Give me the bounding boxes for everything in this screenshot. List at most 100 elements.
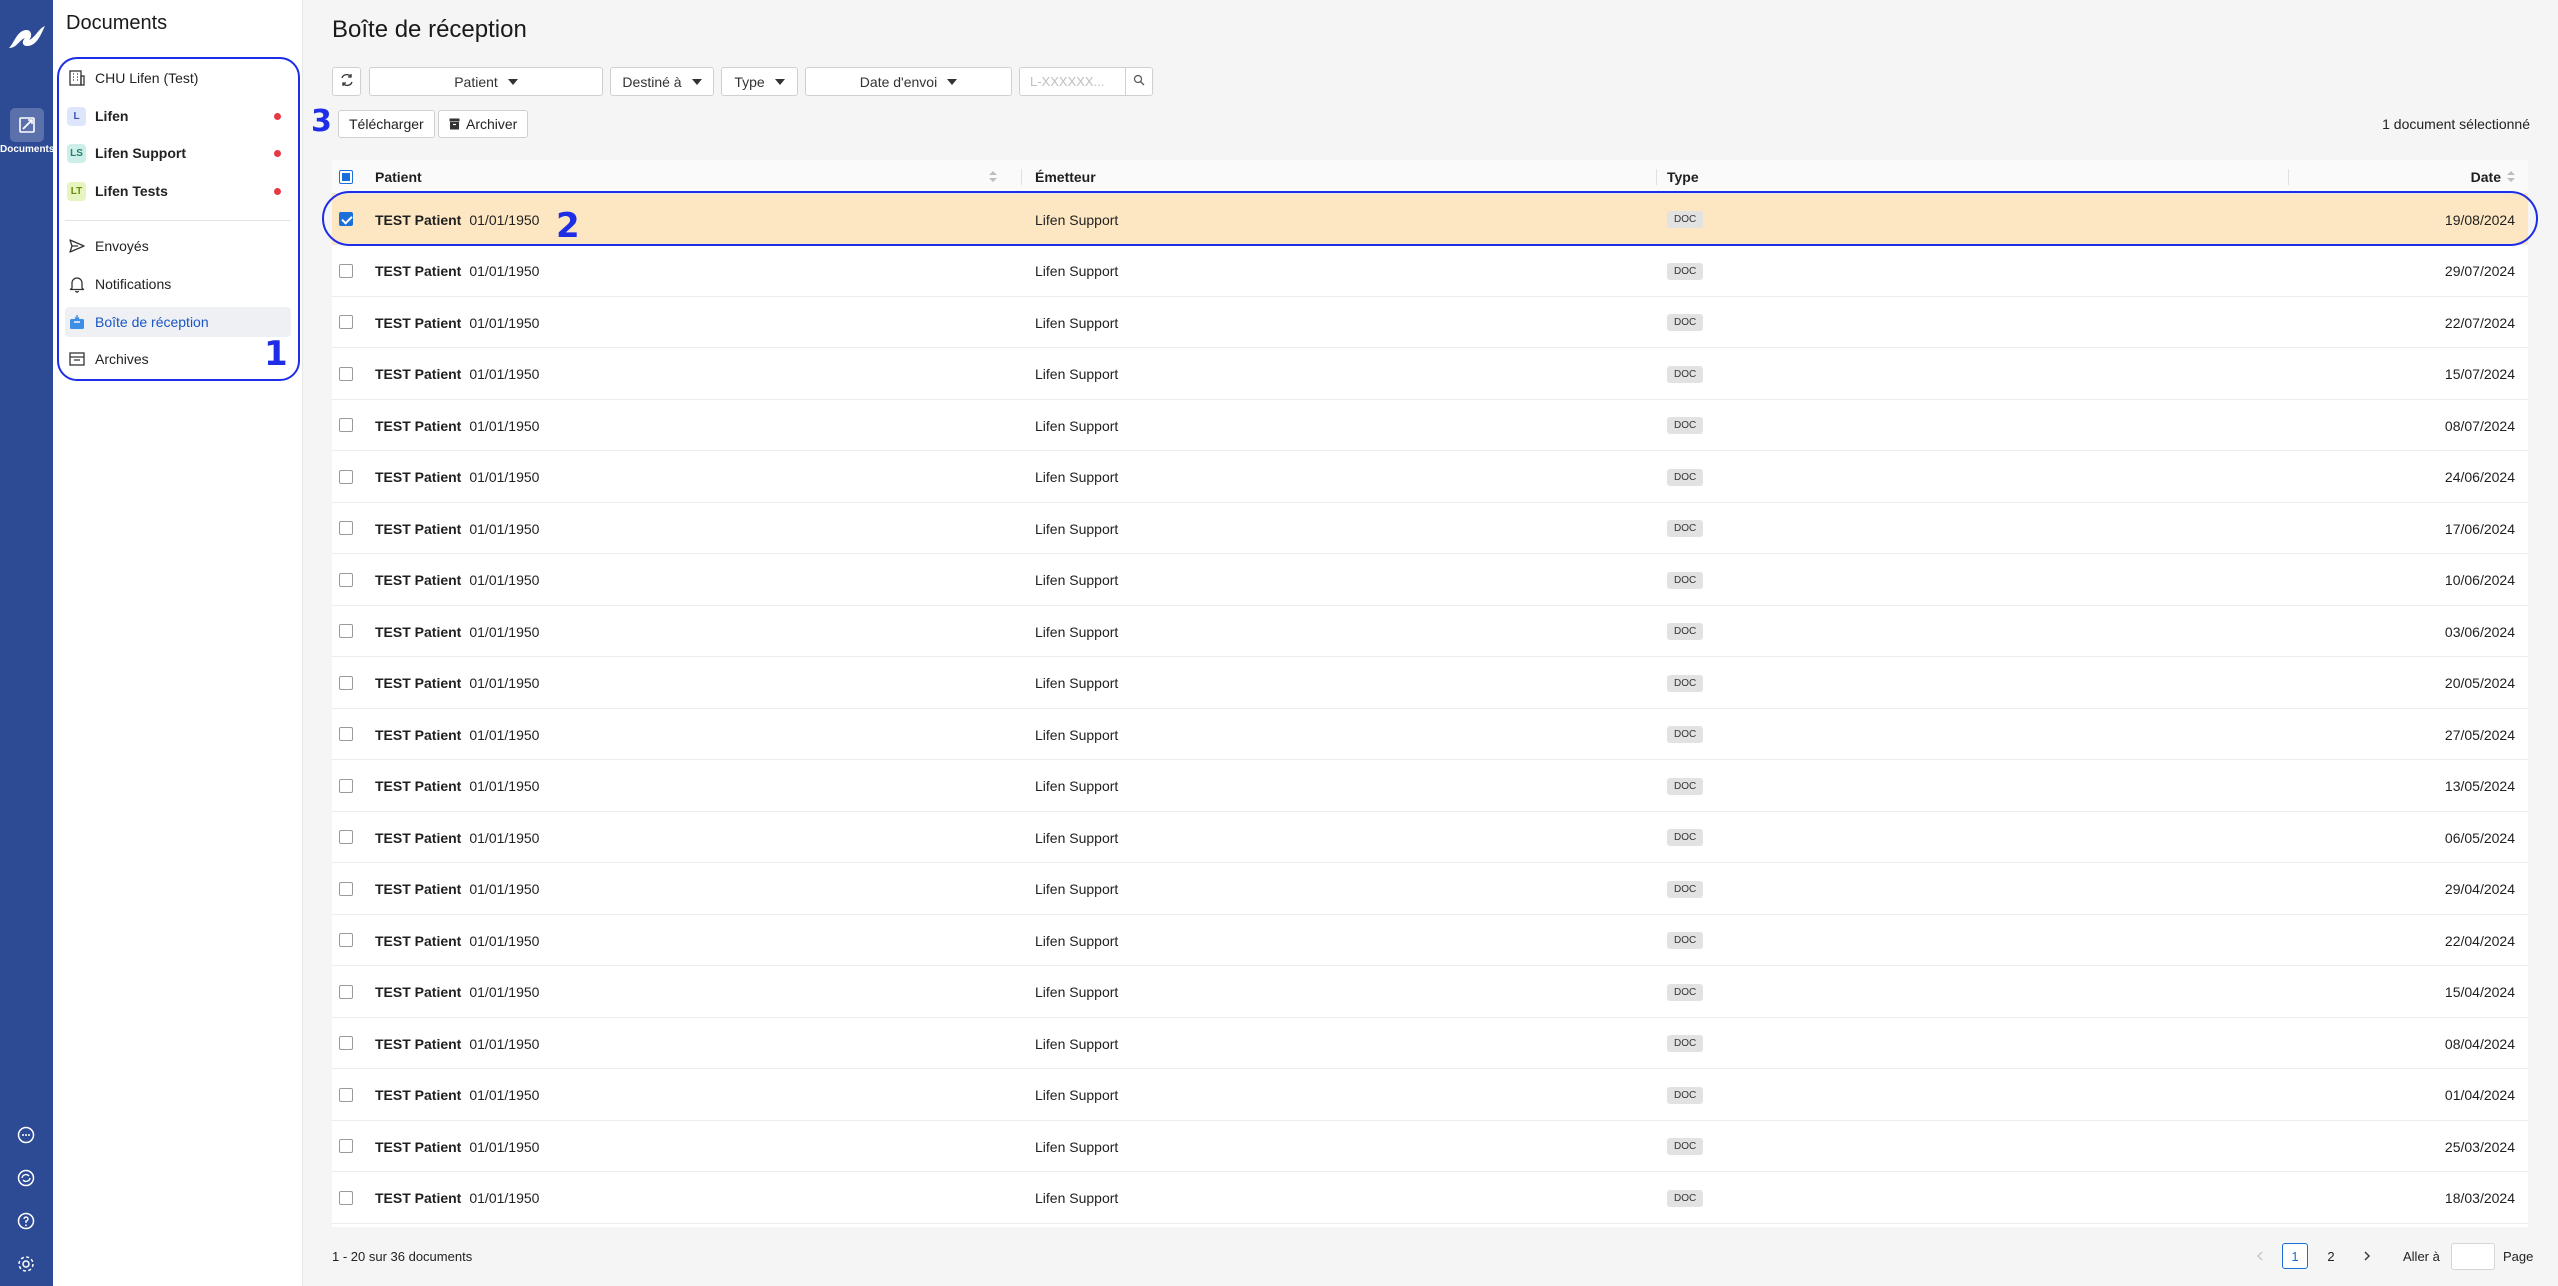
search-button[interactable] bbox=[1126, 67, 1153, 96]
table-row[interactable]: TEST Patient 01/01/1950 Lifen Support DOC 03… bbox=[332, 606, 2528, 657]
table-row[interactable]: TEST Patient 01/01/1950 Lifen Support DOC 01… bbox=[332, 1070, 2528, 1121]
previous-page-button[interactable] bbox=[2247, 1243, 2273, 1269]
sender-cell: Lifen Support bbox=[1035, 984, 1119, 1000]
table-row[interactable]: TEST Patient 01/01/1950 Lifen Support DOC 22… bbox=[332, 915, 2528, 966]
page-1-button[interactable]: 1 bbox=[2282, 1243, 2308, 1269]
column-header-label: Émetteur bbox=[1035, 169, 1096, 185]
page-2-button[interactable]: 2 bbox=[2318, 1243, 2344, 1269]
row-checkbox[interactable] bbox=[339, 881, 353, 896]
type-cell: DOC bbox=[1667, 503, 1704, 554]
select-all-checkbox[interactable] bbox=[339, 170, 353, 184]
row-checkbox[interactable] bbox=[339, 675, 353, 690]
patient-filter-dropdown[interactable]: Patient bbox=[369, 67, 603, 96]
table-row[interactable]: TEST Patient 01/01/1950 Lifen Support DOC 25… bbox=[332, 1121, 2528, 1172]
row-checkbox[interactable] bbox=[339, 1087, 353, 1102]
table-row[interactable]: TEST Patient 01/01/1950 Lifen Support DOC 08… bbox=[332, 400, 2528, 451]
row-checkbox[interactable] bbox=[339, 1036, 353, 1050]
row-checkbox[interactable] bbox=[339, 727, 353, 741]
table-row[interactable]: TEST Patient 01/01/1950 Lifen Support DOC 17… bbox=[332, 503, 2528, 554]
date-cell: 01/04/2024 bbox=[2444, 1087, 2515, 1103]
document-type-tag: DOC bbox=[1667, 983, 1704, 1001]
goto-page-input[interactable] bbox=[2451, 1243, 2495, 1270]
document-type-tag: DOC bbox=[1667, 829, 1704, 846]
row-checkbox[interactable] bbox=[339, 933, 353, 947]
row-checkbox[interactable] bbox=[339, 469, 353, 484]
row-checkbox[interactable] bbox=[339, 315, 353, 329]
sort-icon[interactable] bbox=[989, 171, 997, 183]
next-page-button[interactable] bbox=[2354, 1243, 2380, 1269]
column-header-patient[interactable]: Patient bbox=[375, 160, 1005, 194]
row-checkbox[interactable] bbox=[339, 624, 353, 638]
sidebar-item-lifen-support[interactable]: LS Lifen Support bbox=[65, 138, 291, 168]
table-row[interactable]: TEST Patient 01/01/1950 Lifen Support DOC 22… bbox=[332, 297, 2528, 348]
patient-cell: TEST Patient 01/01/1950 bbox=[375, 349, 539, 400]
patient-name: TEST Patient bbox=[375, 1190, 462, 1206]
table-row[interactable]: TEST Patient 01/01/1950 Lifen Support DOC 24… bbox=[332, 452, 2528, 503]
document-type-tag: DOC bbox=[1667, 520, 1704, 537]
rail-documents-button[interactable]: Documents bbox=[0, 104, 54, 162]
patient-cell: TEST Patient 01/01/1950 bbox=[375, 967, 539, 1018]
row-checkbox[interactable] bbox=[339, 1190, 353, 1205]
row-checkbox[interactable] bbox=[339, 1139, 353, 1153]
sender-cell: Lifen Support bbox=[1035, 1190, 1119, 1206]
document-type-tag: DOC bbox=[1667, 623, 1704, 640]
document-type-tag: DOC bbox=[1667, 880, 1704, 898]
patient-cell: TEST Patient 01/01/1950 bbox=[375, 555, 539, 606]
row-checkbox[interactable] bbox=[339, 366, 353, 381]
sidebar-item-notifications[interactable]: Notifications bbox=[65, 269, 291, 299]
lifen-logo[interactable] bbox=[7, 22, 47, 52]
table-row[interactable]: TEST Patient 01/01/1950 Lifen Support DOC 19… bbox=[322, 191, 2538, 246]
patient-name: TEST Patient bbox=[375, 1087, 462, 1103]
table-row[interactable]: TEST Patient 01/01/1950 Lifen Support DOC 10… bbox=[332, 555, 2528, 606]
row-checkbox[interactable] bbox=[339, 572, 353, 587]
settings-gear-icon[interactable] bbox=[12, 1250, 40, 1278]
document-type-tag: DOC bbox=[1667, 1035, 1704, 1052]
sender-cell: Lifen Support bbox=[1035, 314, 1119, 331]
sidebar-item-archives[interactable]: Archives bbox=[65, 344, 291, 374]
row-checkbox[interactable] bbox=[339, 830, 353, 844]
column-header-date[interactable]: Date bbox=[2471, 160, 2515, 194]
table-row[interactable]: TEST Patient 01/01/1950 Lifen Support DOC 18… bbox=[332, 1173, 2528, 1224]
sidebar-item-lifen-tests[interactable]: LT Lifen Tests bbox=[65, 176, 291, 206]
date-cell: 19/08/2024 bbox=[2444, 211, 2515, 228]
table-row[interactable]: TEST Patient 01/01/1950 Lifen Support DOC 29… bbox=[332, 864, 2528, 915]
sort-icon[interactable] bbox=[2507, 171, 2515, 183]
document-type-tag: DOC bbox=[1667, 1138, 1704, 1155]
reference-search-input[interactable] bbox=[1019, 67, 1126, 96]
chat-icon[interactable] bbox=[12, 1121, 40, 1149]
patient-cell: TEST Patient 01/01/1950 bbox=[375, 709, 539, 760]
row-checkbox[interactable] bbox=[339, 212, 353, 226]
table-row[interactable]: TEST Patient 01/01/1950 Lifen Support DOC 15… bbox=[332, 349, 2528, 400]
archive-button[interactable]: Archiver bbox=[438, 110, 529, 138]
refresh-button[interactable] bbox=[332, 67, 361, 96]
row-checkbox[interactable] bbox=[339, 778, 353, 793]
sync-icon[interactable] bbox=[12, 1164, 40, 1192]
row-checkbox[interactable] bbox=[339, 418, 353, 432]
row-checkbox[interactable] bbox=[339, 263, 353, 278]
sidebar-item-boite-de-reception[interactable]: Boîte de réception bbox=[65, 307, 291, 337]
row-checkbox[interactable] bbox=[339, 984, 353, 999]
date-filter-dropdown[interactable]: Date d'envoi bbox=[805, 67, 1012, 96]
type-filter-dropdown[interactable]: Type bbox=[721, 67, 798, 96]
destine-filter-dropdown[interactable]: Destiné à bbox=[610, 67, 714, 96]
sidebar-item-chu-lifen[interactable]: CHU Lifen (Test) bbox=[65, 63, 291, 93]
patient-dob: 01/01/1950 bbox=[469, 726, 540, 743]
sidebar-item-label: Boîte de réception bbox=[95, 314, 209, 330]
table-row[interactable]: TEST Patient 01/01/1950 Lifen Support DOC 06… bbox=[332, 812, 2528, 863]
patient-cell: TEST Patient 01/01/1950 bbox=[375, 915, 539, 966]
document-type-tag: DOC bbox=[1667, 932, 1704, 949]
help-icon[interactable] bbox=[12, 1207, 40, 1235]
table-row[interactable]: TEST Patient 01/01/1950 Lifen Support DOC 08… bbox=[332, 1018, 2528, 1069]
table-row[interactable]: TEST Patient 01/01/1950 Lifen Support DOC 27… bbox=[332, 709, 2528, 760]
table-row[interactable]: TEST Patient 01/01/1950 Lifen Support DOC 20… bbox=[332, 658, 2528, 709]
table-row[interactable]: TEST Patient 01/01/1950 Lifen Support DOC 29… bbox=[332, 246, 2528, 297]
table-row[interactable]: TEST Patient 01/01/1950 Lifen Support DOC 13… bbox=[332, 761, 2528, 812]
sidebar-item-envoyes[interactable]: Envoyés bbox=[65, 231, 291, 261]
row-checkbox[interactable] bbox=[339, 521, 353, 535]
table-row[interactable]: TEST Patient 01/01/1950 Lifen Support DOC 15… bbox=[332, 967, 2528, 1018]
patient-name: TEST Patient bbox=[375, 881, 462, 897]
download-button[interactable]: Télécharger bbox=[338, 110, 435, 138]
patient-name: TEST Patient bbox=[375, 726, 462, 743]
sender-cell: Lifen Support bbox=[1035, 572, 1119, 588]
sidebar-item-lifen[interactable]: L Lifen bbox=[65, 101, 291, 131]
